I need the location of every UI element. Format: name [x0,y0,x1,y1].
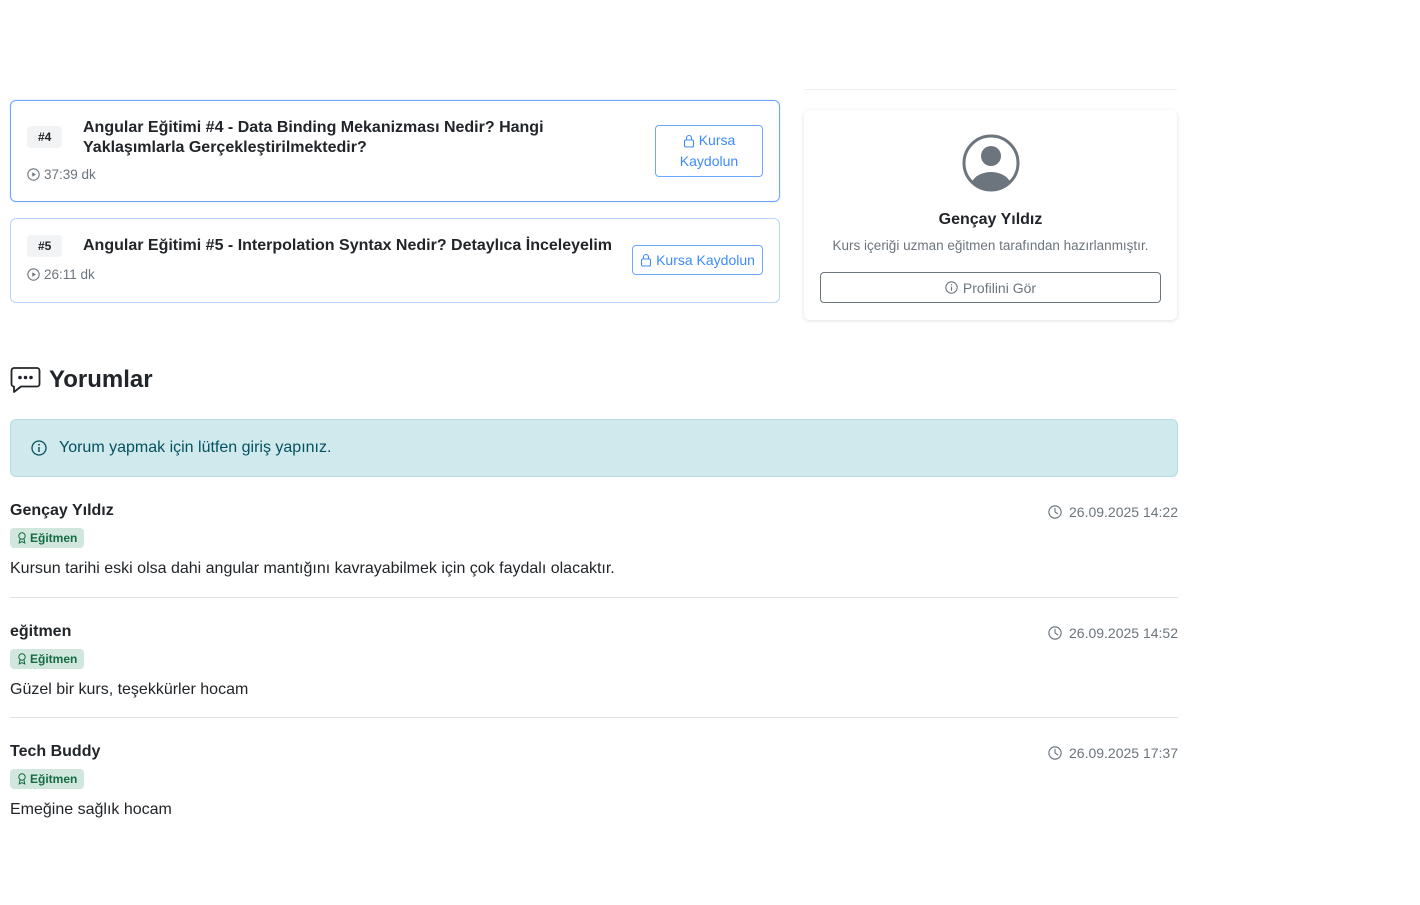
comment-text: Emeğine sağlık hocam [10,801,172,818]
role-badge-label: Eğitmen [30,772,78,786]
enroll-button-label-line2: Kaydolun [679,153,739,169]
info-circle-icon [945,281,958,294]
clock-icon [1048,746,1062,760]
comment-item: Tech Buddy Eğitmen 26.09.2025 17:37 Emeğ… [10,741,1178,831]
comment-item: eğitmen Eğitmen 26.09.2025 14:52 Güzel b… [10,621,1178,718]
chat-dots-icon [10,367,41,393]
lesson-duration-text: 37:39 dk [44,167,96,182]
lesson-number-badge: #4 [27,126,63,148]
award-icon [18,532,26,544]
comment-author: Tech Buddy [10,743,101,760]
comment-text: Güzel bir kurs, teşekkürler hocam [10,681,249,698]
play-circle-icon [27,268,40,281]
enroll-button[interactable]: Kursa Kaydolun [655,125,763,177]
award-icon [18,773,26,785]
lesson-duration-text: 26:11 dk [44,267,95,282]
lesson-duration: 37:39 dk [27,167,96,182]
comments-heading: Yorumlar [10,366,153,394]
view-profile-button[interactable]: Profilini Gör [820,272,1161,303]
lock-icon [683,134,694,148]
sidebar-divider [804,89,1177,90]
enroll-button-label: Kursa Kaydolun [656,251,755,268]
instructor-description: Kurs içeriği uzman eğitmen tarafından ha… [832,238,1149,253]
info-circle-icon [31,440,47,456]
comment-date-text: 26.09.2025 14:22 [1069,504,1178,520]
comment-author: Gençay Yıldız [10,502,114,519]
comment-item: Gençay Yıldız Eğitmen 26.09.2025 14:22 K… [10,500,1178,598]
play-circle-icon [27,168,40,181]
role-badge: Eğitmen [10,649,85,669]
role-badge: Eğitmen [10,528,85,548]
lesson-number-badge: #5 [27,235,63,257]
lesson-item[interactable]: #4 Angular Eğitimi #4 - Data Binding Mek… [10,100,780,202]
person-circle-icon [962,134,1020,192]
login-alert-text: Yorum yapmak için lütfen giriş yapınız. [59,439,332,456]
comment-date-text: 26.09.2025 14:52 [1069,625,1178,641]
comment-date: 26.09.2025 14:52 [1048,625,1178,641]
award-icon [18,653,26,665]
lesson-title[interactable]: Angular Eğitimi #4 - Data Binding Mekani… [83,118,643,158]
enroll-button-label-line1: Kursa [698,132,736,148]
clock-icon [1048,505,1062,519]
role-badge-label: Eğitmen [30,652,78,666]
comment-date: 26.09.2025 17:37 [1048,745,1178,761]
comment-date: 26.09.2025 14:22 [1048,504,1178,520]
lock-icon [641,253,652,267]
clock-icon [1048,626,1062,640]
enroll-button[interactable]: Kursa Kaydolun [632,245,763,275]
login-alert: Yorum yapmak için lütfen giriş yapınız. [10,419,1178,477]
view-profile-label: Profilini Gör [962,279,1037,296]
comment-author: eğitmen [10,623,72,640]
comments-title: Yorumlar [49,366,153,393]
instructor-name: Gençay Yıldız [938,211,1043,228]
lesson-title[interactable]: Angular Eğitimi #5 - Interpolation Synta… [83,236,623,256]
comment-text: Kursun tarihi eski olsa dahi angular man… [10,560,615,577]
role-badge-label: Eğitmen [30,531,78,545]
role-badge: Eğitmen [10,769,85,789]
comment-date-text: 26.09.2025 17:37 [1069,745,1178,761]
instructor-card: Gençay Yıldız Kurs içeriği uzman eğitmen… [804,110,1177,320]
lesson-item[interactable]: #5 Angular Eğitimi #5 - Interpolation Sy… [10,218,780,303]
lesson-duration: 26:11 dk [27,267,95,282]
